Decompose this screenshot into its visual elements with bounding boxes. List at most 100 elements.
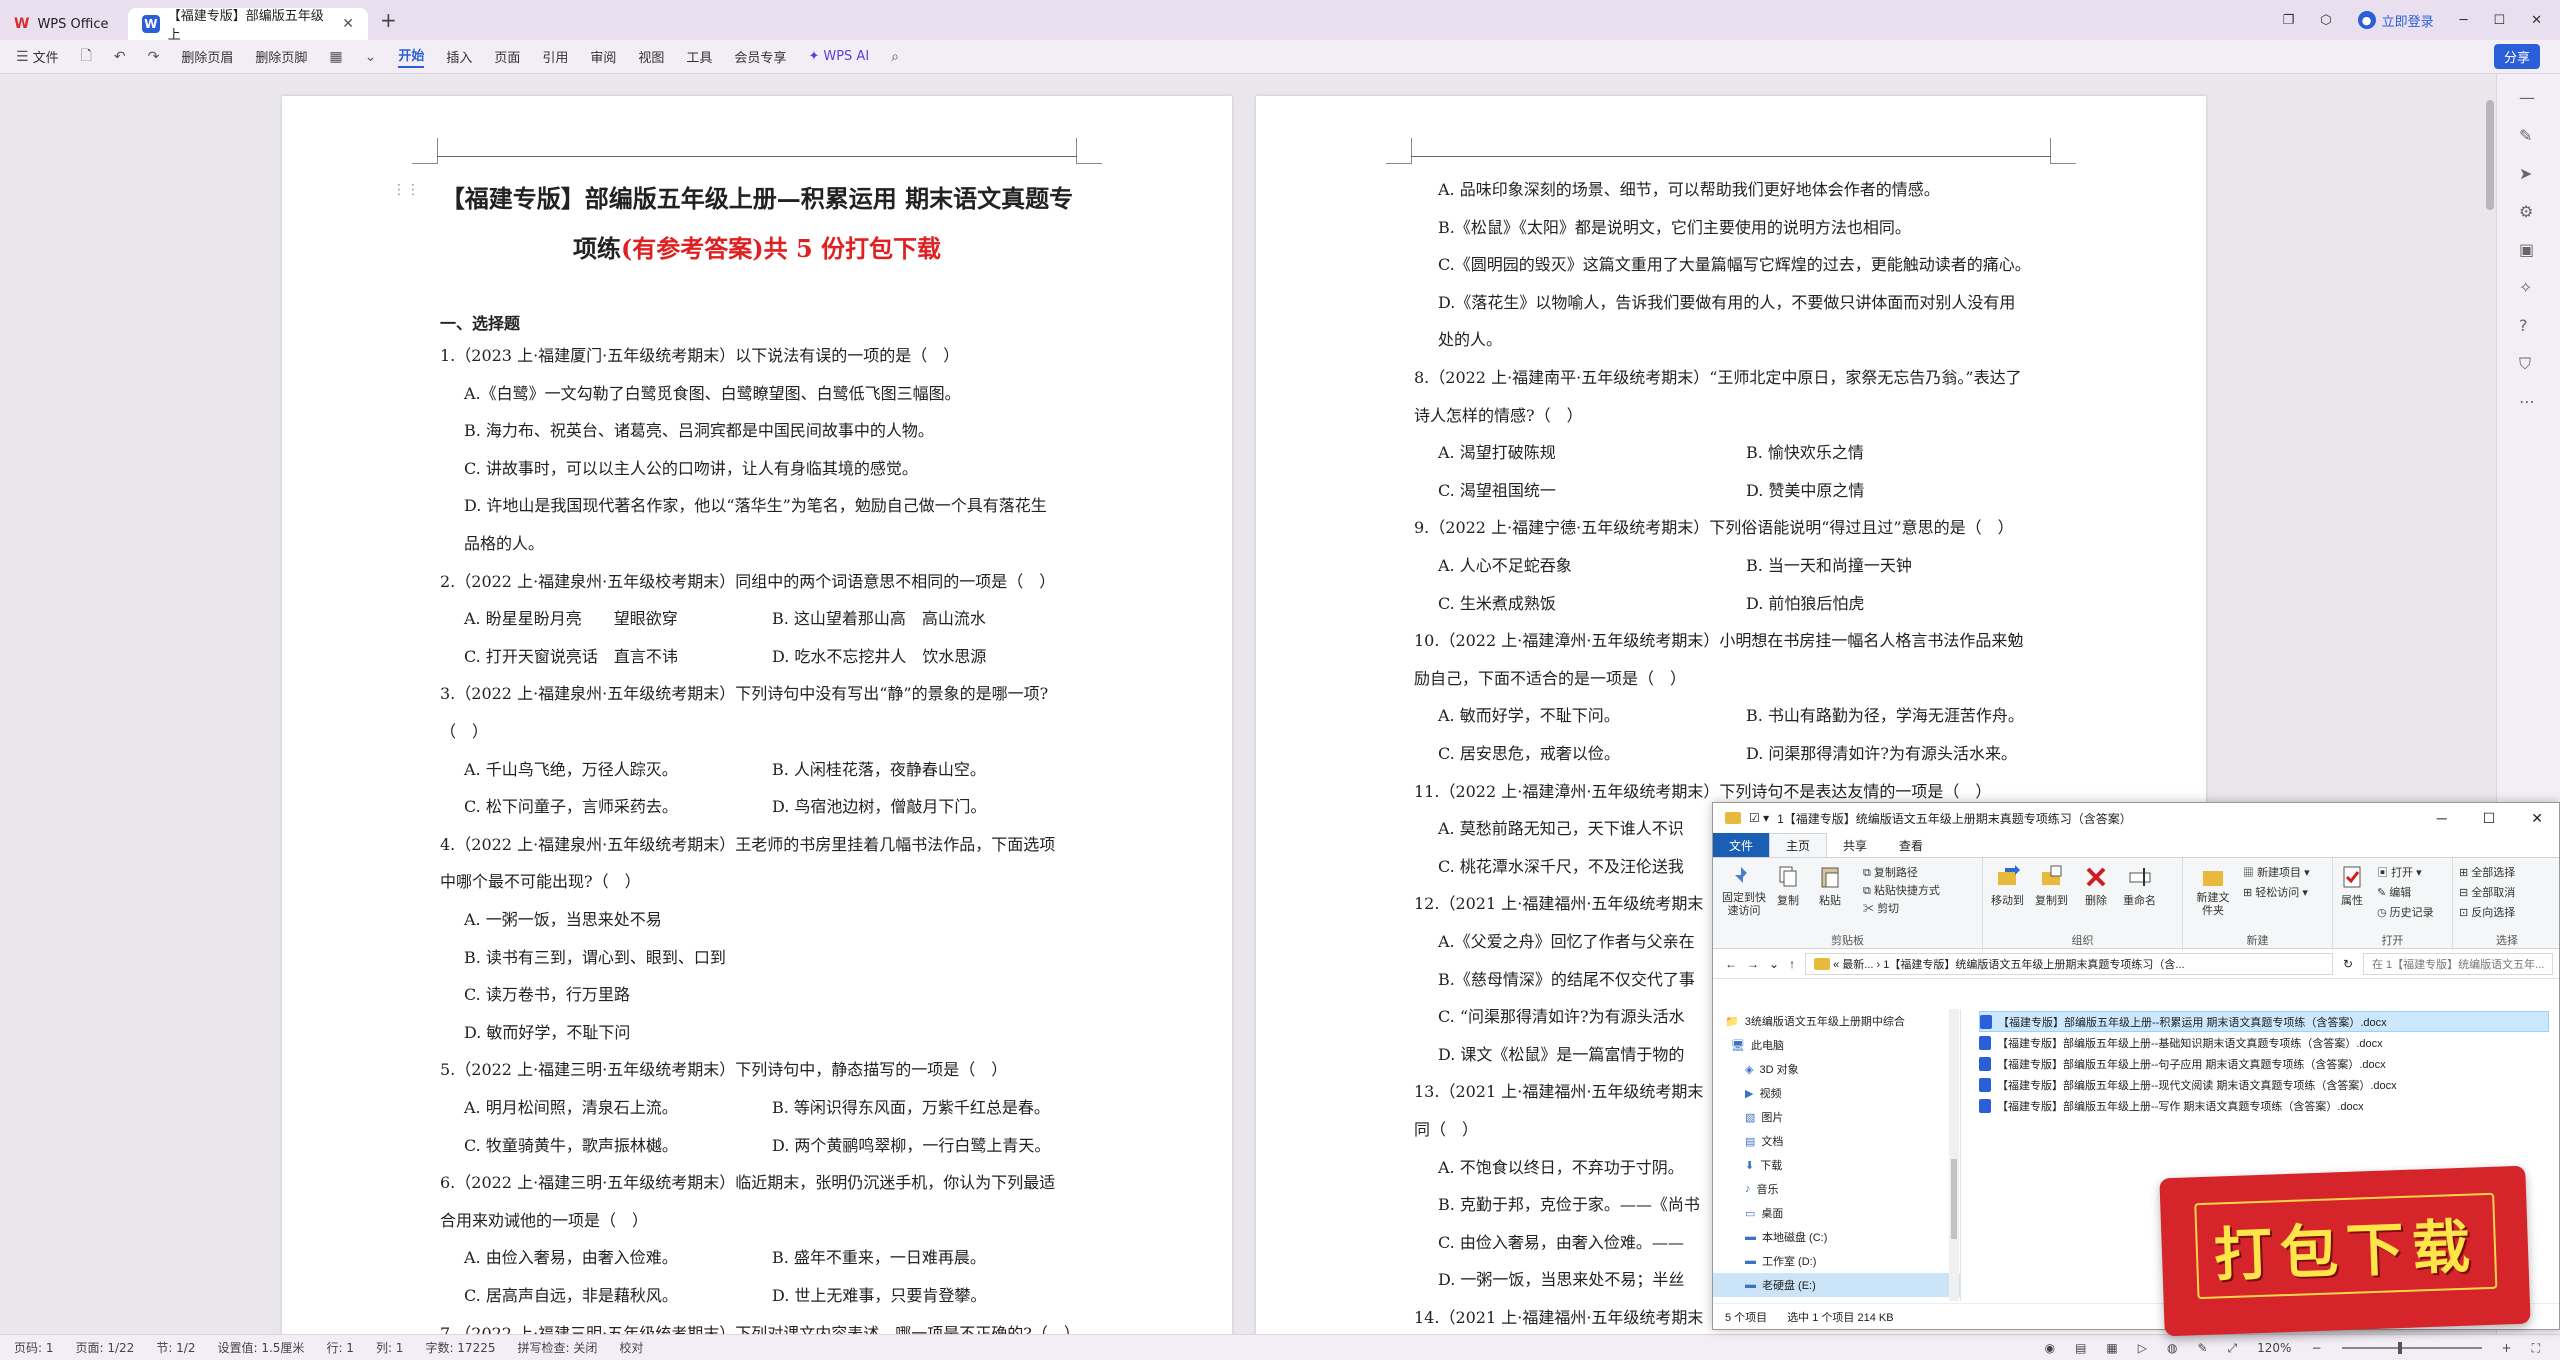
- dropdown-icon[interactable]: ⌄: [1769, 957, 1779, 971]
- nav-scrollbar-thumb[interactable]: [1951, 1159, 1957, 1239]
- nav-scrollbar[interactable]: [1949, 1009, 1959, 1301]
- nav-item[interactable]: ◈ 3D 对象: [1713, 1057, 1960, 1081]
- history-button[interactable]: ◷ 历史记录: [2377, 904, 2434, 920]
- globe-icon[interactable]: ◍: [2167, 1341, 2177, 1355]
- cursor-icon[interactable]: ➤: [2519, 164, 2532, 183]
- tab-review[interactable]: 审阅: [590, 47, 616, 66]
- tab-view[interactable]: 视图: [638, 47, 664, 66]
- rename-button[interactable]: 重命名: [2123, 864, 2156, 908]
- tab-insert[interactable]: 插入: [446, 47, 472, 66]
- tab-member[interactable]: 会员专享: [734, 47, 786, 66]
- explorer-tab-home[interactable]: 主页: [1769, 833, 1828, 857]
- explorer-quick-icons[interactable]: ☑ ▾: [1749, 811, 1769, 825]
- help-icon[interactable]: ?: [2519, 316, 2528, 335]
- box-icon[interactable]: ⬡: [2320, 13, 2331, 28]
- search-icon[interactable]: ⌕: [891, 49, 899, 65]
- chevron-down-icon[interactable]: ⌄: [365, 49, 377, 65]
- window-layout-icon[interactable]: ❐: [2283, 13, 2295, 28]
- fullscreen-icon[interactable]: ⛶: [2532, 1341, 2540, 1356]
- refresh-icon[interactable]: ↻: [2343, 957, 2353, 971]
- shield-icon[interactable]: ⛉: [2519, 354, 2531, 374]
- status-setting[interactable]: 设置值: 1.5厘米: [217, 1339, 304, 1356]
- status-page[interactable]: 页码: 1: [14, 1339, 54, 1356]
- nav-item[interactable]: ▤ 文档: [1713, 1129, 1960, 1153]
- nav-item[interactable]: ▬ 工作室 (D:): [1713, 1249, 1960, 1273]
- pin-quick-access-button[interactable]: 固定到快速访问: [1721, 864, 1766, 918]
- new-folder-button[interactable]: 新建文件夹: [2193, 864, 2233, 918]
- undo-icon[interactable]: ↶: [114, 49, 126, 65]
- nav-item[interactable]: ⬇ 下载: [1713, 1153, 1960, 1177]
- nav-item[interactable]: ▬ 本地磁盘 (C:): [1713, 1225, 1960, 1249]
- nav-item[interactable]: 🖥 此电脑: [1713, 1033, 1960, 1057]
- redo-icon[interactable]: ↷: [148, 49, 160, 65]
- new-item-button[interactable]: ▦ 新建项目 ▾: [2243, 864, 2310, 880]
- up-icon[interactable]: ↑: [1789, 957, 1795, 971]
- explorer-maximize-button[interactable]: ☐: [2483, 810, 2496, 827]
- nav-item[interactable]: ▭ 桌面: [1713, 1201, 1960, 1225]
- explorer-minimize-button[interactable]: ─: [2437, 810, 2447, 827]
- status-words[interactable]: 字数: 17225: [425, 1339, 495, 1356]
- zoom-slider[interactable]: [2341, 1342, 2482, 1354]
- delete-footer-button[interactable]: 删除页脚: [255, 47, 307, 66]
- new-tab-button[interactable]: +: [380, 8, 397, 32]
- image-icon[interactable]: ▣: [2519, 240, 2534, 259]
- nav-item[interactable]: ▬ 老硬盘 (E:): [1713, 1273, 1960, 1297]
- open-button[interactable]: ▣ 打开 ▾: [2377, 864, 2422, 880]
- share-button[interactable]: 分享: [2493, 44, 2540, 69]
- nav-item[interactable]: 📁 3统编版语文五年级上册期中综合: [1713, 1009, 1960, 1033]
- minus-icon[interactable]: —: [2519, 88, 2535, 107]
- invert-selection-button[interactable]: ⊡ 反向选择: [2459, 904, 2515, 920]
- delete-button[interactable]: 删除: [2083, 864, 2109, 908]
- web-view-icon[interactable]: ▦: [2106, 1341, 2117, 1355]
- file-row[interactable]: 【福建专版】部编版五年级上册--句子应用 期末语文真题专项练（含答案）.docx: [1979, 1053, 2549, 1074]
- select-all-button[interactable]: ⊞ 全部选择: [2459, 864, 2515, 880]
- pen-icon[interactable]: ✎: [2519, 126, 2532, 145]
- delete-header-button[interactable]: 删除页眉: [181, 47, 233, 66]
- status-row[interactable]: 行: 1: [326, 1339, 354, 1356]
- back-icon[interactable]: ←: [1725, 957, 1737, 971]
- status-pages[interactable]: 页面: 1/22: [76, 1339, 135, 1356]
- close-tab-icon[interactable]: ✕: [342, 16, 354, 32]
- explorer-tab-share[interactable]: 共享: [1827, 833, 1883, 857]
- properties-button[interactable]: 属性: [2339, 864, 2365, 908]
- easy-access-button[interactable]: ⊞ 轻松访问 ▾: [2243, 884, 2308, 900]
- play-icon[interactable]: ▷: [2138, 1341, 2147, 1355]
- file-row[interactable]: 【福建专版】部编版五年级上册--基础知识期末语文真题专项练（含答案）.docx: [1979, 1032, 2549, 1053]
- status-section[interactable]: 节: 1/2: [156, 1339, 195, 1356]
- forward-icon[interactable]: →: [1747, 957, 1759, 971]
- drag-handle-icon[interactable]: ⋮⋮: [392, 182, 420, 198]
- move-to-button[interactable]: 移动到: [1991, 864, 2024, 908]
- paste-shortcut-button[interactable]: ⧉ 粘贴快捷方式: [1863, 882, 1940, 898]
- status-col[interactable]: 列: 1: [376, 1339, 404, 1356]
- tab-start[interactable]: 开始: [398, 45, 425, 68]
- paste-button[interactable]: 粘贴: [1817, 864, 1843, 908]
- document-page-1[interactable]: ⋮⋮ 【福建专版】部编版五年级上册—积累运用 期末语文真题专 项练(有参考答案)…: [282, 96, 1232, 1334]
- zoom-in-icon[interactable]: +: [2502, 1341, 2512, 1355]
- status-proof[interactable]: 校对: [619, 1339, 643, 1356]
- download-banner[interactable]: 打包下载: [2159, 1165, 2531, 1337]
- cut-button[interactable]: ✂ 剪切: [1863, 900, 1899, 916]
- page-view-icon[interactable]: ▤: [2075, 1341, 2086, 1355]
- tab-page[interactable]: 页面: [494, 47, 520, 66]
- address-bar[interactable]: « 最新... › 1【福建专版】统编版语文五年级上册期末真题专项练习（含...: [1805, 952, 2333, 975]
- eye-icon[interactable]: ◉: [2045, 1341, 2055, 1355]
- file-row[interactable]: 【福建专版】部编版五年级上册--现代文阅读 期末语文真题专项练（含答案）.doc…: [1979, 1074, 2549, 1095]
- wps-ai-button[interactable]: ✦ WPS AI: [808, 49, 869, 64]
- maximize-button[interactable]: ☐: [2493, 13, 2505, 28]
- file-row[interactable]: 【福建专版】部编版五年级上册--写作 期末语文真题专项练（含答案）.docx: [1979, 1095, 2549, 1116]
- save-icon[interactable]: 🗋: [81, 45, 92, 69]
- file-row[interactable]: 【福建专版】部编版五年级上册--积累运用 期末语文真题专项练（含答案）.docx: [1979, 1011, 2549, 1032]
- format-painter-icon[interactable]: ▦: [329, 49, 342, 65]
- tab-reference[interactable]: 引用: [542, 47, 568, 66]
- copy-button[interactable]: 复制: [1775, 864, 1801, 908]
- explorer-tab-view[interactable]: 查看: [1883, 833, 1939, 857]
- zoom-slider-knob[interactable]: [2397, 1342, 2402, 1354]
- tab-document[interactable]: W 【福建专版】部编版五年级上 ✕: [128, 8, 368, 43]
- copy-path-button[interactable]: ⧉ 复制路径: [1863, 864, 1918, 880]
- select-none-button[interactable]: ⊟ 全部取消: [2459, 884, 2515, 900]
- magic-icon[interactable]: ✧: [2519, 278, 2532, 297]
- sliders-icon[interactable]: ⚙: [2519, 202, 2533, 221]
- explorer-close-button[interactable]: ✕: [2531, 810, 2543, 827]
- more-icon[interactable]: ⋯: [2519, 392, 2535, 411]
- minimize-button[interactable]: ─: [2460, 13, 2468, 28]
